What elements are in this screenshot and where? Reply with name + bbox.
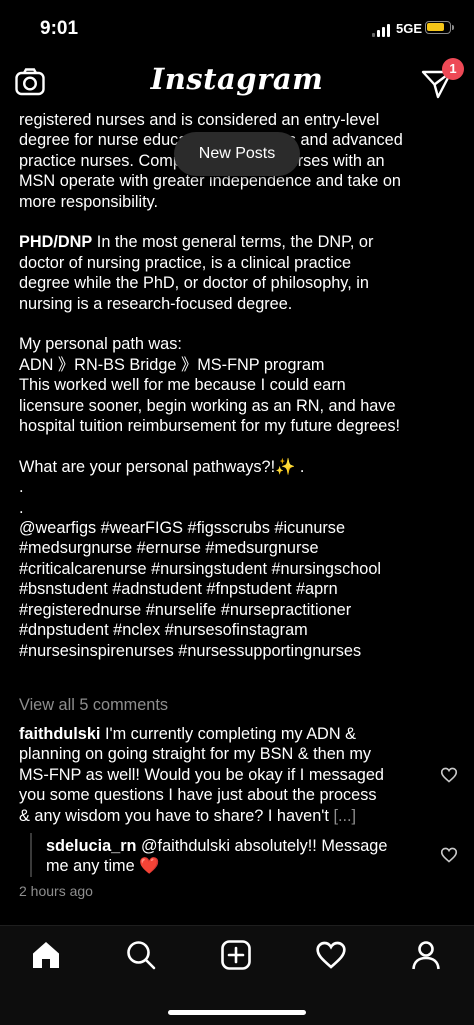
- comment-text: I'm currently completing my ADN &: [100, 725, 356, 743]
- caption-line: licensure sooner, begin working as an RN…: [19, 396, 396, 415]
- view-all-comments-link[interactable]: View all 5 comments: [19, 696, 168, 715]
- caption-line: PHD/DNP In the most general terms, the D…: [19, 232, 467, 252]
- hashtag-line[interactable]: #medsurgnurse #ernurse #medsurgnurse: [19, 538, 467, 558]
- reply-indicator: [30, 833, 32, 877]
- comment-text: & any wisdom you have to share? I haven'…: [19, 806, 334, 825]
- status-time: 9:01: [40, 18, 79, 39]
- comment-username[interactable]: faithdulski: [19, 725, 100, 743]
- signal-icon: [372, 23, 392, 37]
- notification-badge: 1: [442, 58, 464, 80]
- battery-icon: [425, 21, 451, 34]
- like-reply-heart-icon[interactable]: [440, 847, 458, 863]
- post-timestamp: 2 hours ago: [19, 883, 93, 899]
- comment-line: faithdulski I'm currently completing my …: [19, 724, 439, 744]
- home-indicator[interactable]: [168, 1010, 306, 1015]
- like-comment-heart-icon[interactable]: [440, 767, 458, 783]
- caption-line: degree while the PhD, or doctor of philo…: [19, 274, 369, 293]
- hashtag-line[interactable]: #dnpstudent #nclex #nursesofinstagram: [19, 620, 467, 640]
- phd-heading: PHD/DNP: [19, 233, 93, 252]
- caption-line: ADN 》RN-BS Bridge 》MS-FNP program: [19, 355, 325, 374]
- hashtag-line[interactable]: #criticalcarenurse #nursingstudent #nurs…: [19, 559, 467, 579]
- reply-comment: sdelucia_rn @faithdulski absolutely!! Me…: [46, 836, 436, 877]
- hashtag-line[interactable]: #registerednurse #nurselife #nursepracti…: [19, 600, 467, 620]
- search-icon[interactable]: [125, 939, 157, 971]
- caption-line: hospital tuition reimbursement for my fu…: [19, 417, 400, 436]
- comment-line: me any time ❤️: [46, 857, 160, 876]
- status-bar: 9:01 5GE: [0, 0, 474, 52]
- caption-line: nursing is a research-focused degree.: [19, 294, 293, 313]
- comment-line: you some questions I have just about the…: [19, 786, 377, 805]
- hashtag-line[interactable]: #bsnstudent #adnstudent #fnpstudent #apr…: [19, 579, 467, 599]
- new-post-icon[interactable]: [220, 939, 252, 971]
- comment-username[interactable]: sdelucia_rn: [46, 837, 137, 855]
- activity-heart-icon[interactable]: [315, 939, 347, 971]
- more-link[interactable]: [...]: [333, 807, 356, 825]
- comment-line: planning on going straight for my BSN & …: [19, 745, 372, 764]
- comment-text: @faithdulski absolutely!! Message: [136, 837, 388, 855]
- comment-line: sdelucia_rn @faithdulski absolutely!! Me…: [46, 836, 436, 856]
- app-logo: Instagram: [150, 62, 324, 96]
- battery-cap: [452, 25, 454, 30]
- caption-text: In the most general terms, the DNP, or: [92, 233, 374, 252]
- new-posts-button[interactable]: New Posts: [174, 132, 300, 176]
- top-nav: Instagram 1: [0, 52, 474, 110]
- comment-line: & any wisdom you have to share? I haven'…: [19, 806, 439, 826]
- caption-line: registered nurses and is considered an e…: [19, 111, 380, 129]
- profile-icon[interactable]: [410, 939, 442, 971]
- post-caption: registered nurses and is considered an e…: [19, 110, 467, 661]
- caption-line: doctor of nursing practice, is a clinica…: [19, 253, 352, 272]
- home-icon[interactable]: [30, 939, 62, 971]
- caption-line: What are your personal pathways?!✨ .: [19, 457, 305, 476]
- caption-line: This worked well for me because I could …: [19, 376, 346, 395]
- caption-line: .: [19, 498, 24, 517]
- hashtag-line[interactable]: @wearfigs #wearFIGS #figsscrubs #icunurs…: [19, 518, 467, 538]
- hashtag-line[interactable]: #nursesinspirenurses #nursessupportingnu…: [19, 641, 467, 661]
- caption-line: more responsibility.: [19, 192, 159, 211]
- comment-line: MS-FNP as well! Would you be okay if I m…: [19, 765, 384, 784]
- caption-line: .: [19, 478, 24, 497]
- caption-line: My personal path was:: [19, 335, 182, 354]
- network-type: 5GE: [396, 21, 423, 36]
- comment: faithdulski I'm currently completing my …: [19, 724, 439, 826]
